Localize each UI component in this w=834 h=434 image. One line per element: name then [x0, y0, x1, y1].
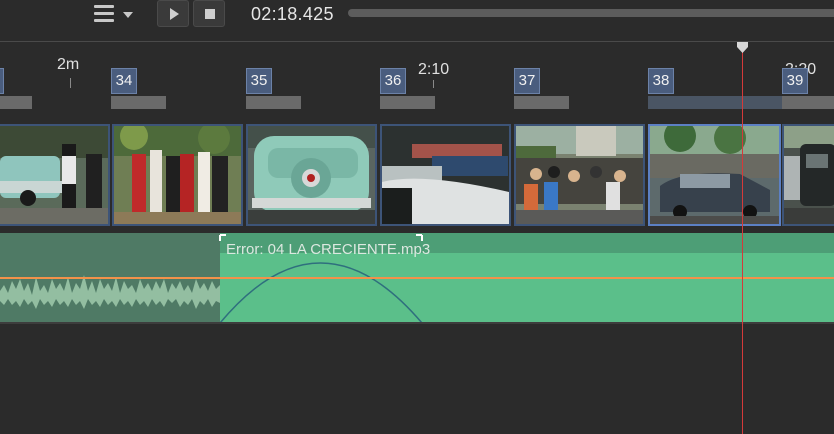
audio-track: Error: 04 LA CRECIENTE.mp3 — [0, 233, 834, 325]
hamburger-menu-icon — [94, 5, 114, 26]
scene-duration-bar — [111, 96, 166, 109]
ruler-tick — [433, 80, 434, 88]
scene-marker-35[interactable]: 35 — [246, 68, 272, 94]
video-thumbnail[interactable] — [246, 124, 377, 226]
scene-duration-bar — [514, 96, 569, 109]
stop-icon — [205, 9, 215, 19]
scene-duration-bar — [0, 96, 32, 109]
video-thumbnail[interactable] — [112, 124, 243, 226]
timecode-display: 02:18.425 — [251, 4, 334, 24]
playback-toolbar: 02:18.425 — [0, 0, 834, 30]
stop-button[interactable] — [193, 0, 225, 27]
scene-marker-34[interactable]: 34 — [111, 68, 137, 94]
scene-duration-bar — [782, 96, 834, 109]
video-track — [0, 122, 834, 229]
scene-marker-37[interactable]: 37 — [514, 68, 540, 94]
scene-marker-36[interactable]: 36 — [380, 68, 406, 94]
video-thumbnail-selected[interactable] — [648, 124, 781, 226]
menu-button[interactable] — [92, 4, 136, 26]
ruler-label: 2:10 — [418, 61, 450, 78]
playback-scrubber[interactable] — [348, 9, 834, 17]
scene-marker-38[interactable]: 38 — [648, 68, 674, 94]
play-icon — [170, 8, 179, 20]
playhead-line[interactable] — [742, 50, 743, 434]
video-thumbnail[interactable] — [782, 124, 834, 226]
ruler-label: 2m — [57, 56, 80, 73]
chevron-down-icon — [123, 12, 133, 18]
playhead-marker-icon[interactable] — [737, 42, 748, 53]
video-thumbnail[interactable] — [514, 124, 645, 226]
video-thumbnail[interactable] — [0, 124, 110, 226]
audio-clip-label: Error: 04 LA CRECIENTE.mp3 — [226, 241, 431, 258]
play-button[interactable] — [157, 0, 189, 27]
scene-duration-bar — [246, 96, 301, 109]
scene-marker-partial[interactable] — [0, 68, 4, 94]
volume-envelope-line[interactable] — [0, 277, 834, 279]
scene-marker-39[interactable]: 39 — [782, 68, 808, 94]
scene-duration-bar — [648, 96, 782, 109]
scene-duration-bar — [380, 96, 435, 109]
ruler-tick — [70, 78, 71, 88]
video-thumbnail[interactable] — [380, 124, 511, 226]
track-divider — [0, 322, 834, 324]
